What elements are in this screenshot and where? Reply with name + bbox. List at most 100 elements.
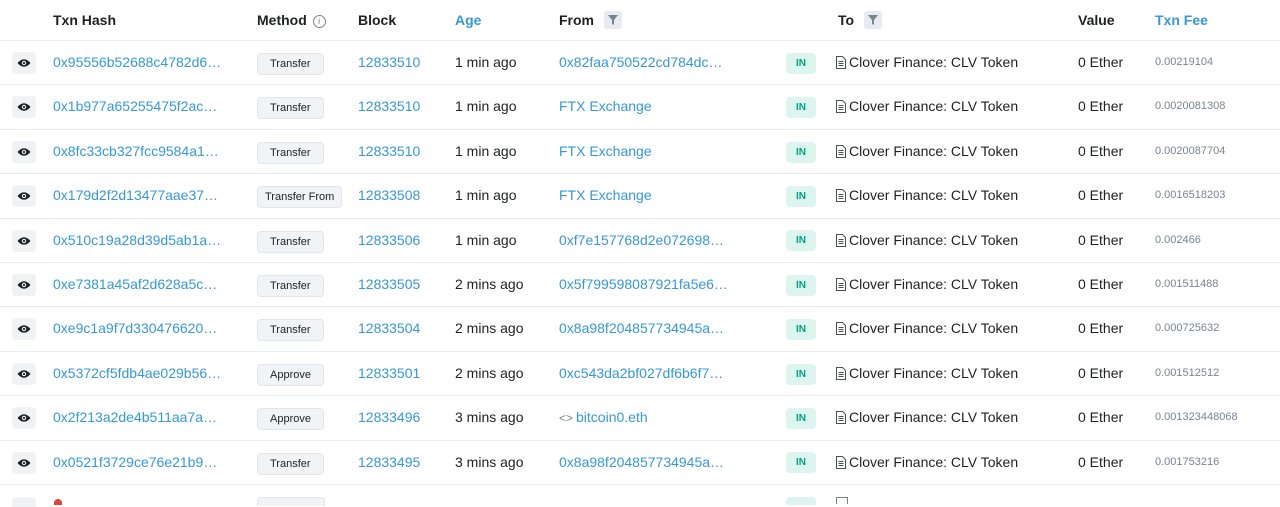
view-details-button[interactable] (12, 273, 36, 296)
to-contract[interactable]: Clover Finance: CLV Token (836, 263, 1018, 306)
from-address-link[interactable]: FTX Exchange (559, 174, 652, 217)
to-filter-button[interactable] (863, 11, 882, 30)
method-cell: Transfer (257, 441, 324, 484)
to-contract-name[interactable]: Clover Finance: CLV Token (849, 98, 1018, 114)
view-details-button[interactable] (12, 185, 36, 208)
filter-icon (607, 15, 618, 26)
block-link[interactable]: 12833504 (358, 307, 420, 350)
txn-hash-link[interactable]: 0x510c19a28d39d5ab1a… (53, 219, 221, 262)
block-link[interactable]: 12833510 (358, 85, 420, 128)
to-contract-name[interactable]: Clover Finance: CLV Token (849, 54, 1018, 70)
txn-hash-link[interactable]: 0xe9c1a9f7d330476620… (53, 307, 217, 350)
method-cell: Approve (257, 396, 324, 439)
txn-hash-link[interactable]: 0x5372cf5fdb4ae029b56… (53, 352, 221, 395)
txn-fee-text: 0.001511488 (1155, 277, 1219, 290)
block-link[interactable]: 12833506 (358, 219, 420, 262)
view-details-button[interactable] (12, 318, 36, 341)
to-contract-name[interactable]: Clover Finance: CLV Token (849, 187, 1018, 203)
from-address-link[interactable]: 0x8a98f204857734945a… (559, 441, 724, 484)
eye-icon (17, 458, 31, 467)
document-icon (836, 189, 846, 203)
document-icon (836, 322, 846, 336)
from-address-link[interactable]: FTX Exchange (559, 85, 652, 128)
from-address-text: 0xc543da2bf027df6b6f7… (559, 364, 724, 381)
block-link[interactable]: 12833501 (358, 352, 420, 395)
txn-hash-link[interactable]: 0x95556b52688c4782d6… (53, 41, 221, 84)
to-contract-name[interactable]: Clover Finance: CLV Token (849, 320, 1018, 336)
age-text: 1 min ago (455, 54, 517, 70)
info-circle-icon[interactable]: i (312, 15, 326, 28)
view-details-button[interactable] (12, 140, 36, 163)
to-contract[interactable]: Clover Finance: CLV Token (836, 307, 1018, 350)
view-details-button[interactable] (12, 96, 36, 119)
to-contract-name[interactable]: Clover Finance: CLV Token (849, 276, 1018, 292)
txn-hash-link[interactable]: 0x2f213a2de4b511aa7a… (53, 396, 217, 439)
method-badge: Transfer (257, 97, 324, 120)
view-details-button[interactable] (12, 407, 36, 430)
age-text: 2 mins ago (455, 275, 524, 292)
block-link[interactable]: 12833510 (358, 41, 420, 84)
from-address-link[interactable]: 0x5f799598087921fa5e6… (559, 263, 728, 306)
method-badge: Approve (257, 363, 324, 386)
method-cell: Transfer (257, 130, 324, 173)
direction-badge: IN (786, 274, 816, 296)
direction-cell: IN (786, 441, 816, 484)
txn-hash-link[interactable]: 0x8fc33cb327fcc9584a1… (53, 130, 219, 173)
from-address-link[interactable]: <> bitcoin0.eth (559, 396, 648, 439)
to-contract-name[interactable]: Clover Finance: CLV Token (849, 454, 1018, 470)
txn-fee-text: 0.0016518203 (1155, 189, 1226, 202)
view-details-button[interactable] (12, 52, 36, 74)
to-contract-name[interactable]: Clover Finance: CLV Token (849, 143, 1018, 159)
method-cell: Transfer (257, 85, 324, 128)
from-address-text: 0x82faa750522cd784dc… (559, 54, 723, 70)
direction-badge: IN (786, 185, 816, 207)
to-contract[interactable]: Clover Finance: CLV Token (836, 219, 1018, 262)
to-contract[interactable]: Clover Finance: CLV Token (836, 41, 1018, 84)
from-address-text: 0x8a98f204857734945a… (559, 453, 725, 470)
column-header-age[interactable]: Age (455, 0, 481, 40)
to-contract[interactable]: Clover Finance: CLV Token (836, 396, 1018, 439)
txn-hash-link[interactable]: 0x1b977a65255475f2ac… (53, 85, 217, 128)
value-text: 0 Ether (1078, 142, 1124, 159)
block-link[interactable]: 12833510 (358, 130, 420, 173)
age-text: 2 mins ago (455, 364, 524, 381)
txn-hash-link[interactable]: 0x179d2f2d13477aae37… (53, 174, 218, 217)
block-link[interactable]: 12833496 (358, 396, 420, 439)
view-details-button[interactable] (12, 451, 36, 474)
to-contract[interactable]: Clover Finance: CLV Token (836, 174, 1018, 217)
block-link[interactable]: 12833495 (358, 441, 420, 484)
value-text: 0 Ether (1078, 364, 1124, 381)
method-badge: Transfer (257, 53, 324, 75)
column-header-txn-fee[interactable]: Txn Fee (1155, 0, 1208, 40)
from-address-link[interactable]: 0xf7e157768d2e072698… (559, 219, 724, 262)
from-address-link[interactable]: 0x82faa750522cd784dc… (559, 41, 722, 84)
value-text: 0 Ether (1078, 231, 1124, 248)
to-contract-name[interactable]: Clover Finance: CLV Token (849, 232, 1018, 248)
age-text: 1 min ago (455, 142, 517, 159)
from-address-link[interactable]: 0x8a98f204857734945a… (559, 307, 724, 350)
from-address-link[interactable]: 0xc543da2bf027df6b6f7… (559, 352, 723, 395)
eye-icon[interactable] (12, 496, 36, 507)
eye-icon (17, 414, 31, 422)
column-header-from: From (559, 0, 622, 40)
direction-cell: IN (786, 263, 816, 306)
to-contract[interactable]: Clover Finance: CLV Token (836, 130, 1018, 173)
to-contract-name[interactable]: Clover Finance: CLV Token (849, 365, 1018, 381)
to-contract[interactable]: Clover Finance: CLV Token (836, 85, 1018, 128)
to-contract-name[interactable]: Clover Finance: CLV Token (849, 409, 1018, 425)
to-contract[interactable]: Clover Finance: CLV Token (836, 441, 1018, 484)
view-details-button[interactable] (12, 229, 36, 252)
txn-hash-link[interactable]: 0xe7381a45af2d628a5c… (53, 263, 217, 306)
table-row: 0x510c19a28d39d5ab1a… Transfer 12833506 … (0, 219, 1280, 263)
block-link[interactable]: 12833508 (358, 174, 420, 217)
to-contract[interactable]: Clover Finance: CLV Token (836, 352, 1018, 395)
from-filter-button[interactable] (603, 11, 622, 30)
view-details-button[interactable] (12, 362, 36, 385)
from-address-link[interactable]: FTX Exchange (559, 130, 652, 173)
value-text: 0 Ether (1078, 187, 1124, 204)
block-link[interactable]: 12833505 (358, 263, 420, 306)
direction-badge: IN (786, 52, 816, 74)
txn-hash-link[interactable]: 0x0521f3729ce76e21b9… (53, 441, 217, 484)
column-header-value: Value (1078, 12, 1115, 28)
age-text: 1 min ago (455, 98, 517, 115)
